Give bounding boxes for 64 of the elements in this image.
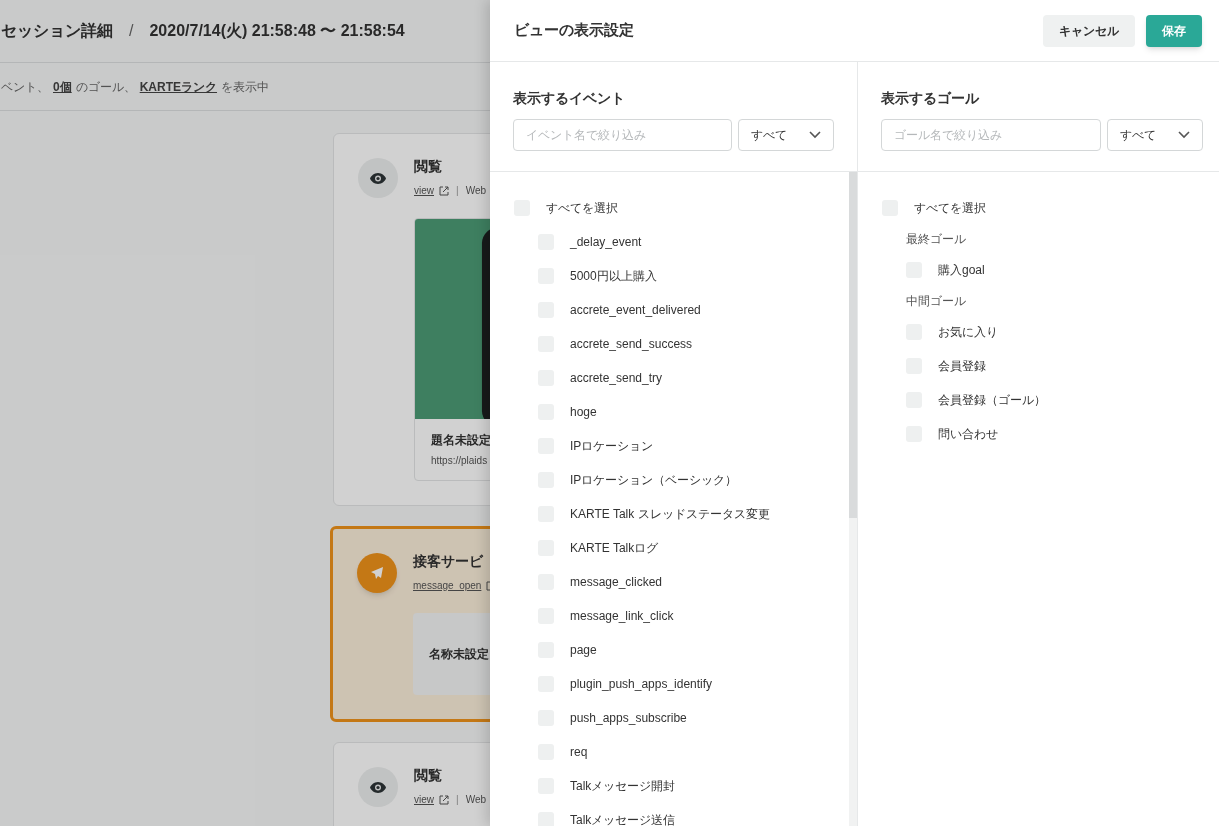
option-label: push_apps_subscribe [570,710,687,727]
option-label: accrete_send_try [570,370,663,387]
separator: | [456,793,459,807]
separator: / [129,21,134,41]
dialog-title: ビューの表示設定 [514,20,634,41]
option-label: KARTE Talk スレッドステータス変更 [570,506,770,523]
option-label: 会員登録（ゴール） [938,392,1046,409]
summary-link[interactable]: KARTEランク [139,77,218,96]
option-label: plugin_push_apps_identify [570,676,713,693]
option-label: hoge [570,404,597,421]
event-link[interactable]: message_open [413,578,482,593]
event-source: Web [465,793,486,807]
option-label: お気に入り [938,324,998,341]
option-label: Talkメッセージ開封 [570,778,676,795]
chevron-down-icon [809,131,821,139]
summary-text: ベント、 [1,78,49,96]
option-label: 会員登録 [938,358,986,375]
session-period: 2020/7/14(火) 21:58:48 〜 21:58:54 [149,21,405,41]
eye-icon [370,172,386,184]
event-link[interactable]: view [414,792,434,807]
paper-plane-icon [370,566,384,580]
event-title: 閲覧 [414,157,443,176]
option-label: message_clicked [570,574,663,591]
event-link[interactable]: view [414,183,434,198]
search-field[interactable]: ゴール名で絞り込み [881,119,1101,151]
scrollbar-thumb[interactable] [849,172,857,518]
option-label: IPロケーション [570,438,654,455]
event-title: 閲覧 [414,766,443,785]
chevron-down-icon [1178,131,1190,139]
option-label: _delay_event [570,234,642,251]
option-label: Talkメッセージ送信 [570,812,676,826]
summary-text: を表示中 [221,78,270,96]
preview-title: 題名未設定 [431,432,490,449]
option-label: req [570,744,588,761]
group-label: 中間ゴール [906,293,966,310]
option-label: KARTE Talkログ [570,540,659,557]
page-title: セッション詳細 [1,21,113,41]
group-label: 最終ゴール [906,231,966,248]
cancel-button[interactable]: キャンセル [1043,14,1135,47]
option-label: IPロケーション（ベーシック） [570,472,738,489]
option-label: page [570,642,597,659]
eye-icon [370,781,386,793]
external-link-icon [439,794,449,805]
option-label: 5000円以上購入 [570,268,657,285]
summary-link[interactable]: 0個 [53,77,72,96]
summary-text: のゴール、 [75,78,136,96]
preview-title: 名称未設定 [429,646,489,663]
separator: | [456,184,459,198]
option-label: accrete_send_success [570,336,693,353]
option-label: すべてを選択 [914,200,986,217]
external-link-icon [439,185,449,196]
option-label: message_link_click [570,608,674,625]
filter-select[interactable]: すべて [1107,119,1203,151]
event-title: 接客サービ [413,552,484,571]
option-label: accrete_event_delivered [570,302,701,319]
section-heading: 表示するゴール [881,89,980,108]
option-label: すべてを選択 [546,200,618,217]
search-field[interactable]: イベント名で絞り込み [513,119,732,151]
option-label: 購入goal [938,262,985,279]
filter-select[interactable]: すべて [738,119,834,151]
section-heading: 表示するイベント [513,89,626,108]
preview-url: https://plaids [431,454,489,468]
option-label: 問い合わせ [938,426,998,443]
event-source: Web [465,184,486,198]
